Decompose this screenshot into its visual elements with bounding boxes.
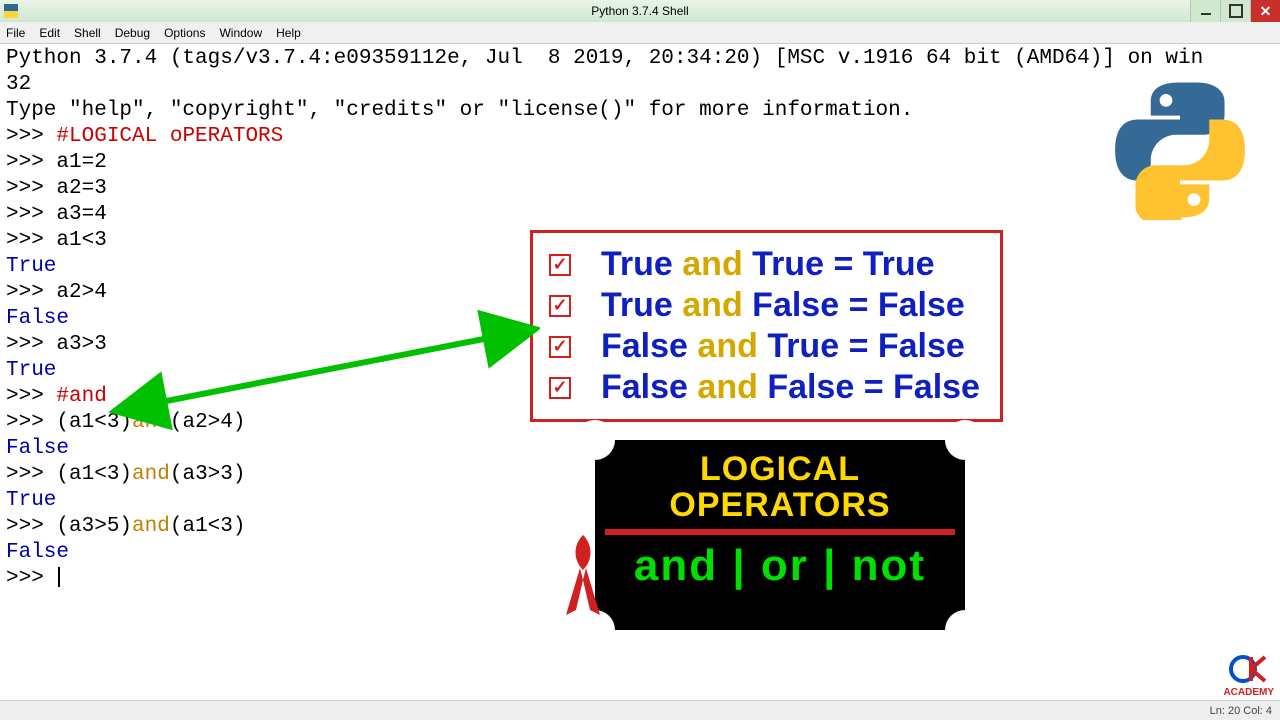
check-icon: ✓ [549, 254, 571, 276]
close-button[interactable]: ✕ [1250, 0, 1280, 22]
status-bar: Ln: 20 Col: 4 [0, 700, 1280, 720]
comment: #LOGICAL oPERATORS [56, 125, 283, 148]
text-cursor [58, 567, 60, 587]
check-icon: ✓ [549, 377, 571, 399]
output-true: True [6, 255, 56, 278]
menu-bar: File Edit Shell Debug Options Window Hel… [0, 22, 1280, 44]
menu-options[interactable]: Options [164, 26, 205, 40]
check-icon: ✓ [549, 295, 571, 317]
banner-line: Python 3.7.4 (tags/v3.7.4:e09359112e, Ju… [6, 47, 1203, 70]
academy-logo: ACADEMY [1223, 654, 1274, 698]
operators-badge: LOGICALOPERATORS and | or | not [595, 440, 965, 630]
check-icon: ✓ [549, 336, 571, 358]
truth-table-overlay: ✓True and True = True ✓True and False = … [530, 230, 1003, 422]
menu-debug[interactable]: Debug [115, 26, 150, 40]
window-title: Python 3.7.4 Shell [591, 4, 688, 18]
prompt: >>> [6, 125, 56, 148]
comment: #and [56, 385, 106, 408]
window-controls: ✕ [1190, 0, 1280, 22]
app-icon [4, 4, 18, 18]
python-logo-icon [1110, 80, 1250, 220]
output-false: False [6, 307, 69, 330]
maximize-button[interactable] [1220, 0, 1250, 22]
menu-help[interactable]: Help [276, 26, 301, 40]
ribbon-icon [558, 530, 608, 620]
menu-file[interactable]: File [6, 26, 25, 40]
minimize-button[interactable] [1190, 0, 1220, 22]
banner-line: 32 [6, 73, 31, 96]
menu-window[interactable]: Window [219, 26, 262, 40]
title-bar: Python 3.7.4 Shell ✕ [0, 0, 1280, 22]
menu-shell[interactable]: Shell [74, 26, 101, 40]
cursor-position: Ln: 20 Col: 4 [1210, 705, 1272, 717]
banner-line: Type "help", "copyright", "credits" or "… [6, 99, 913, 122]
menu-edit[interactable]: Edit [39, 26, 60, 40]
